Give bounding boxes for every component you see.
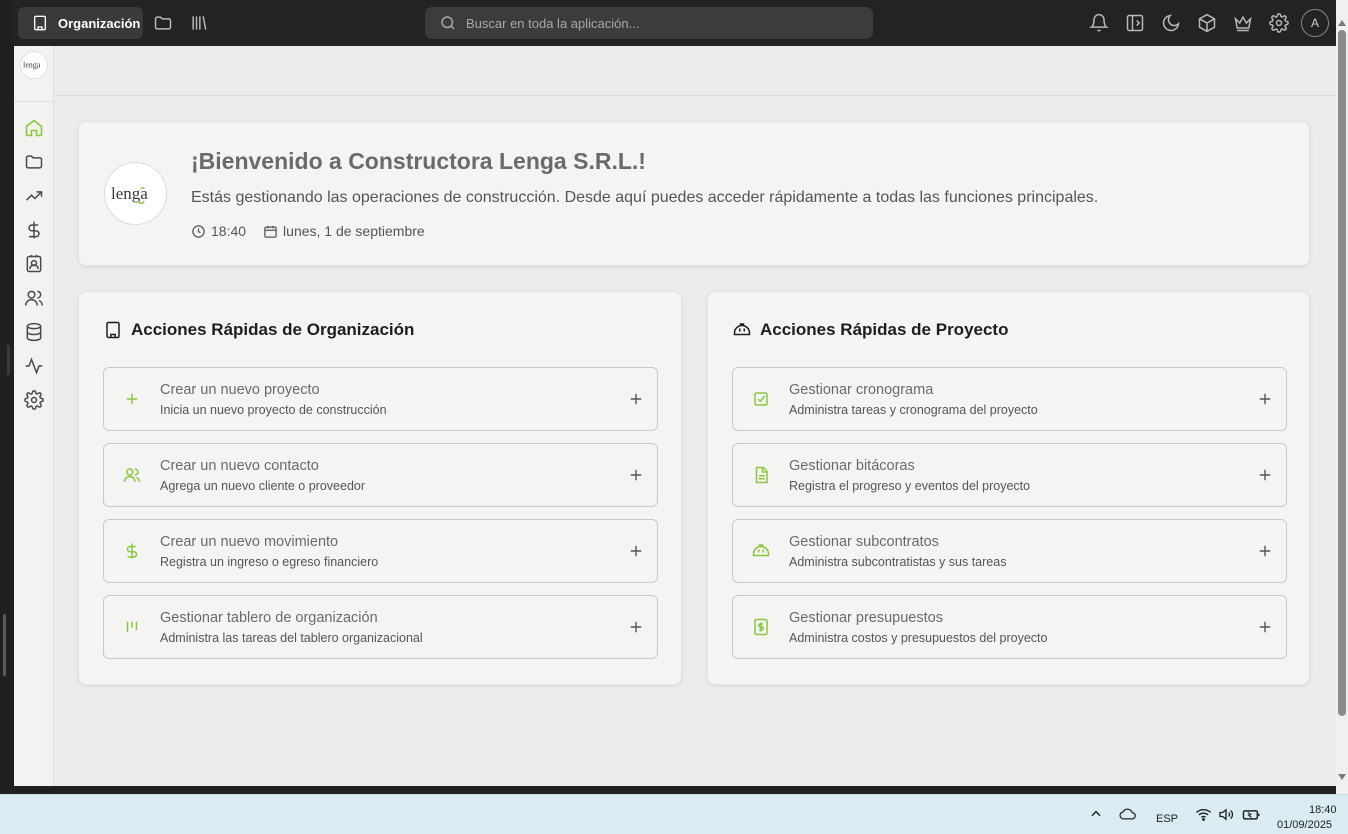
moon-icon[interactable] xyxy=(1161,13,1181,33)
add-icon xyxy=(629,620,643,634)
home-icon[interactable] xyxy=(24,118,44,138)
bell-icon[interactable] xyxy=(1089,13,1109,33)
dollar-icon xyxy=(123,542,141,560)
hardhat-icon xyxy=(752,542,770,560)
building-icon xyxy=(34,15,46,31)
battery-icon[interactable] xyxy=(1242,807,1261,822)
dollar-icon[interactable] xyxy=(24,220,44,240)
receipt-icon xyxy=(752,618,770,636)
search-placeholder: Buscar en toda la aplicación... xyxy=(466,15,640,31)
contact-card-icon[interactable] xyxy=(24,254,44,274)
calendar-icon xyxy=(264,225,277,238)
add-icon xyxy=(629,468,643,482)
document-icon xyxy=(752,466,770,484)
svg-text:lenga: lenga xyxy=(23,61,41,70)
speaker-icon[interactable] xyxy=(1218,807,1234,822)
database-icon[interactable] xyxy=(24,322,44,342)
add-icon xyxy=(1258,392,1272,406)
window-left-edge xyxy=(0,0,14,794)
action-title: Gestionar bitácoras xyxy=(789,458,915,474)
building-icon xyxy=(106,321,120,339)
language-indicator[interactable]: ESP xyxy=(1156,813,1178,825)
org-actions-title: Acciones Rápidas de Organización xyxy=(131,320,415,339)
cube-icon[interactable] xyxy=(1197,13,1217,33)
taskbar-time[interactable]: 18:40 xyxy=(1309,804,1337,816)
sidebar: lenga xyxy=(14,46,54,786)
search-input[interactable]: Buscar en toda la aplicación... xyxy=(425,7,873,39)
welcome-time: 18:40 xyxy=(211,223,247,239)
activity-icon[interactable] xyxy=(24,356,44,376)
create-project-action[interactable]: Crear un nuevo proyecto Inicia un nuevo … xyxy=(103,367,658,431)
panel-toggle-icon[interactable] xyxy=(1125,13,1145,33)
action-title: Gestionar subcontratos xyxy=(789,534,939,550)
plus-icon xyxy=(123,390,141,408)
manage-logs-action[interactable]: Gestionar bitácoras Registra el progreso… xyxy=(732,443,1287,507)
add-icon xyxy=(629,544,643,558)
manage-budgets-action[interactable]: Gestionar presupuestos Administra costos… xyxy=(732,595,1287,659)
svg-text:lenga: lenga xyxy=(111,184,148,203)
settings-icon[interactable] xyxy=(24,390,44,410)
org-actions-panel: Acciones Rápidas de Organización Crear u… xyxy=(78,291,682,685)
action-subtitle: Administra costos y presupuestos del pro… xyxy=(789,631,1048,645)
add-icon xyxy=(1258,544,1272,558)
action-subtitle: Administra tareas y cronograma del proye… xyxy=(789,403,1038,417)
trending-icon[interactable] xyxy=(24,186,44,206)
welcome-description: Estás gestionando las operaciones de con… xyxy=(191,189,1099,206)
company-logo: lenga xyxy=(104,162,167,225)
users-icon[interactable] xyxy=(24,288,44,308)
welcome-title: ¡Bienvenido a Constructora Lenga S.R.L.! xyxy=(191,148,646,174)
add-icon xyxy=(629,392,643,406)
welcome-card: lenga ¡Bienvenido a Constructora Lenga S… xyxy=(78,121,1310,266)
wifi-icon[interactable] xyxy=(1195,807,1212,822)
scroll-down-icon[interactable] xyxy=(1338,774,1346,780)
checkbox-icon xyxy=(752,390,770,408)
action-subtitle: Administra las tareas del tablero organi… xyxy=(160,631,423,645)
taskbar: ESP 18:40 01/09/2025 xyxy=(0,794,1348,834)
welcome-date: lunes, 1 de septiembre xyxy=(283,223,425,239)
settings-icon[interactable] xyxy=(1269,13,1289,33)
lenga-logo[interactable]: lenga xyxy=(20,51,48,79)
create-contact-action[interactable]: Crear un nuevo contacto Agrega un nuevo … xyxy=(103,443,658,507)
action-title: Crear un nuevo movimiento xyxy=(160,534,339,550)
crown-icon[interactable] xyxy=(1233,13,1253,33)
library-icon[interactable] xyxy=(189,13,209,33)
kanban-icon xyxy=(123,618,141,636)
taskbar-date[interactable]: 01/09/2025 xyxy=(1277,819,1332,831)
manage-board-action[interactable]: Gestionar tablero de organización Admini… xyxy=(103,595,658,659)
hardhat-icon xyxy=(733,323,751,336)
avatar[interactable]: A xyxy=(1301,9,1329,37)
action-subtitle: Inicia un nuevo proyecto de construcción xyxy=(160,403,387,417)
organization-label: Organización xyxy=(58,15,141,31)
folder-icon[interactable] xyxy=(24,152,44,172)
action-subtitle: Registra el progreso y eventos del proye… xyxy=(789,479,1031,493)
window-bottom-edge xyxy=(14,786,1336,794)
manage-schedule-action[interactable]: Gestionar cronograma Administra tareas y… xyxy=(732,367,1287,431)
folder-icon[interactable] xyxy=(153,13,173,33)
action-title: Gestionar cronograma xyxy=(789,382,934,398)
organization-button[interactable]: Organización xyxy=(18,7,143,39)
action-subtitle: Administra subcontratistas y sus tareas xyxy=(789,555,1007,569)
top-bar: Organización Buscar en toda la aplicació… xyxy=(14,0,1336,46)
clock-icon xyxy=(192,224,205,238)
project-actions-panel: Acciones Rápidas de Proyecto Gestionar c… xyxy=(707,291,1310,685)
action-title: Crear un nuevo proyecto xyxy=(160,382,320,398)
vertical-scrollbar[interactable] xyxy=(1336,0,1348,794)
action-subtitle: Registra un ingreso o egreso financiero xyxy=(160,555,379,569)
project-actions-title: Acciones Rápidas de Proyecto xyxy=(760,320,1009,339)
manage-subcontracts-action[interactable]: Gestionar subcontratos Administra subcon… xyxy=(732,519,1287,583)
scroll-up-icon[interactable] xyxy=(1338,20,1346,26)
add-icon xyxy=(1258,620,1272,634)
cloud-icon[interactable] xyxy=(1119,807,1137,821)
search-icon xyxy=(441,16,455,30)
users-icon xyxy=(123,466,141,484)
action-title: Gestionar tablero de organización xyxy=(160,610,378,626)
main-content: lenga ¡Bienvenido a Constructora Lenga S… xyxy=(54,46,1336,786)
action-title: Gestionar presupuestos xyxy=(789,610,943,626)
scroll-thumb[interactable] xyxy=(1338,30,1346,716)
action-title: Crear un nuevo contacto xyxy=(160,458,319,474)
action-subtitle: Agrega un nuevo cliente o proveedor xyxy=(160,479,366,493)
chevron-up-icon[interactable] xyxy=(1089,807,1103,821)
create-movement-action[interactable]: Crear un nuevo movimiento Registra un in… xyxy=(103,519,658,583)
add-icon xyxy=(1258,468,1272,482)
